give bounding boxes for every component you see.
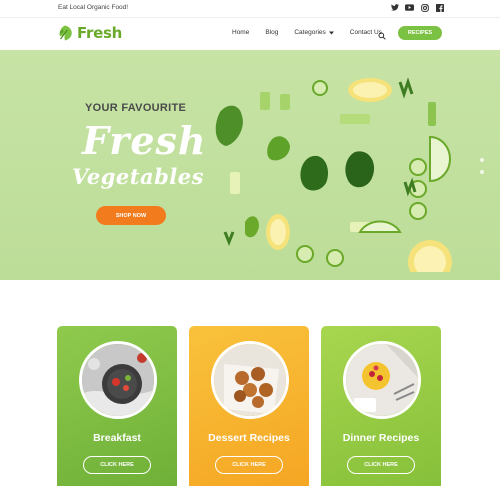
chevron-down-icon (328, 31, 334, 34)
hero-title-fresh: Fresh (82, 118, 207, 163)
click-here-button[interactable]: CLICK HERE (215, 456, 283, 474)
nav-home-label: Home (232, 29, 250, 36)
dinner-photo (343, 341, 421, 419)
hero-banner: YOUR FAVOURITE Fresh Vegetables SHOP NOW (0, 50, 500, 280)
slider-dots[interactable] (480, 158, 484, 174)
card-title: Dinner Recipes (342, 432, 420, 444)
card-breakfast[interactable]: Breakfast CLICK HERE (57, 326, 177, 486)
shop-now-button[interactable]: SHOP NOW (96, 206, 166, 225)
slider-dot[interactable] (480, 170, 484, 174)
recipes-button[interactable]: RECIPES (398, 26, 442, 40)
nav-home[interactable]: Home (232, 29, 249, 36)
search-icon[interactable] (378, 27, 386, 45)
hero-subtitle: YOUR FAVOURITE (85, 102, 187, 114)
vegetables-flatlay-image (215, 77, 452, 272)
click-here-button[interactable]: CLICK HERE (83, 456, 151, 474)
nav-blog-label: Blog (265, 29, 279, 36)
breakfast-photo (79, 341, 157, 419)
facebook-icon[interactable] (435, 3, 444, 12)
tagline: Eat Local Organic Food! (58, 4, 129, 11)
nav-blog[interactable]: Blog (265, 29, 278, 36)
twitter-icon[interactable] (390, 3, 399, 12)
top-bar: Eat Local Organic Food! (0, 0, 500, 18)
nav-categories[interactable]: Categories (294, 29, 334, 36)
main-nav: Home Blog Categories Contact Us (232, 29, 382, 36)
card-dinner-recipes[interactable]: Dinner Recipes CLICK HERE (321, 326, 441, 486)
dessert-photo (211, 341, 289, 419)
social-links (390, 3, 444, 12)
logo-text: Fresh (77, 24, 122, 42)
card-title: Breakfast (93, 432, 141, 444)
logo[interactable]: Fresh (56, 24, 122, 42)
youtube-icon[interactable] (405, 3, 414, 12)
instagram-icon[interactable] (420, 3, 429, 12)
card-dessert-recipes[interactable]: Dessert Recipes CLICK HERE (189, 326, 309, 486)
click-here-button[interactable]: CLICK HERE (347, 456, 415, 474)
hero-title-vegetables: Vegetables (72, 164, 204, 189)
slider-dot[interactable] (480, 158, 484, 162)
leaf-logo-icon (59, 25, 72, 41)
card-title: Dessert Recipes (208, 432, 290, 444)
main-header: Fresh Home Blog Categories Contact Us RE… (0, 18, 500, 50)
nav-categories-label: Categories (294, 29, 326, 36)
